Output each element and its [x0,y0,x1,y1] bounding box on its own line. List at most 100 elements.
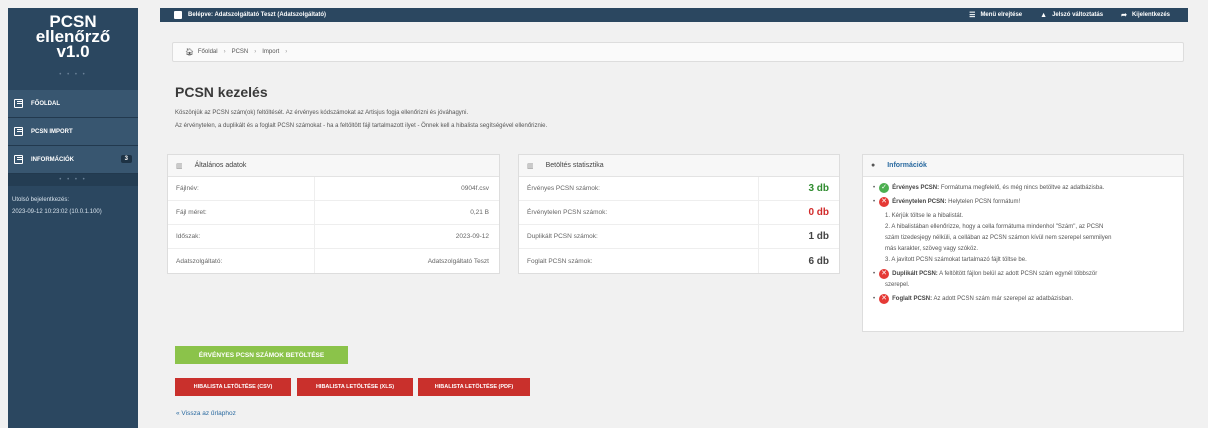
row-label: Érvénytelen PCSN számok: [519,201,759,224]
breadcrumb-home[interactable]: Főoldal [198,49,218,55]
chevron-right-icon: › [285,49,288,55]
download-pdf-button[interactable]: HIBALISTA LETÖLTÉSE (PDF) [418,378,530,396]
row-label: Adatszolgáltató: [168,249,315,273]
info-icon: ● [871,162,876,169]
row-value: Adatszolgáltató Teszt [427,257,489,265]
top-bar: Belépve: Adatszolgáltató Teszt (Adatszol… [160,8,1188,22]
valid-label: Érvényes PCSN: [892,185,940,191]
invalid-step: 3. A javított PCSN számokat tartalmazó f… [885,257,1027,263]
panel-title: Információk [887,162,927,169]
invalid-label: Érvénytelen PCSN: [892,199,947,205]
row-label: Foglalt PCSN számok: [519,249,759,273]
edit-icon [14,155,23,164]
information-body: • ✓ Érvényes PCSN: Formátuma megfelelő, … [863,177,1183,314]
notification-badge: 3 [120,155,132,163]
home-icon: 🏠︎ [185,49,194,56]
last-login-value: 2023-09-12 10:23:02 (10.0.1.100) [12,209,102,215]
sidebar-item-label: INFORMÁCIÓK [31,156,74,163]
menu-icon: ☰ [969,12,976,19]
valid-text: Formátuma megfelelő, és még nincs betölt… [940,185,1105,191]
invalid-count: 0 db [808,207,829,218]
download-csv-button[interactable]: HIBALISTA LETÖLTÉSE (CSV) [175,378,291,396]
table-row: Fájl méret: 0,21 B [168,201,499,225]
menu-toggle-link[interactable]: ☰ Menü elrejtése [969,11,1022,19]
error-circle-icon: ✕ [879,269,890,279]
table-row: Duplikált PCSN számok: 1 db [519,225,839,249]
logout-arrow-icon: ➦ [1121,12,1127,19]
page-title: PCSN kezelés [175,84,268,100]
invalid-step: más karakter, szöveg vagy szóköz. [885,246,979,252]
duplicate-text: A feltöltött fájlon belül az adott PCSN … [939,271,1098,277]
password-change-label: Jelszó változtatás [1052,12,1104,18]
table-row: Érvényes PCSN számok: 3 db [519,177,839,201]
logged-in-user: Belépve: Adatszolgáltató Teszt (Adatszol… [188,12,327,18]
sidebar-item-home[interactable]: FŐOLDAL [8,90,138,118]
sidebar-item-label: PCSN IMPORT [31,128,73,135]
panel-title: Betöltés statisztika [545,162,604,169]
row-label: Duplikált PCSN számok: [519,225,759,248]
last-login-label: Utolsó bejelentkezés: [12,197,70,203]
taken-count: 6 db [808,255,829,267]
last-login: Utolsó bejelentkezés: 2023-09-12 10:23:0… [8,186,138,226]
panel-header: ▥ Általános adatok [168,155,499,177]
back-to-form-link[interactable]: « Vissza az űrlaphoz [176,410,236,417]
invalid-text: Helytelen PCSN formátum! [948,199,1021,205]
menu-toggle-label: Menü elrejtése [980,12,1023,18]
row-value: 2023-09-12 [455,233,489,240]
general-data-panel: ▥ Általános adatok Fájlnév: 0904f.csv Fá… [167,154,500,274]
list-item: • ✕ Duplikált PCSN: A feltöltött fájlon … [873,269,1098,279]
sidebar-divider: • • • • [8,174,138,186]
list-item: • ✕ Foglalt PCSN: Az adott PCSN szám már… [873,294,1074,304]
breadcrumb-import[interactable]: Import [262,49,279,55]
edit-icon [14,127,23,136]
app-logo[interactable]: PCSN ellenőrző v1.0 [8,8,138,70]
sidebar-item-label: FŐOLDAL [31,100,60,107]
load-valid-button[interactable]: ÉRVÉNYES PCSN SZÁMOK BETÖLTÉSE [175,346,348,364]
breadcrumb: 🏠︎ Főoldal › PCSN › Import › [172,42,1184,62]
chevron-right-icon: › [223,49,226,55]
breadcrumb-pcsn[interactable]: PCSN [232,49,249,55]
list-item: • ✕ Érvénytelen PCSN: Helytelen PCSN for… [873,197,1021,207]
invalid-step: 2. A hibalistában ellenőrizze, hogy a ce… [885,224,1104,230]
taken-label: Foglalt PCSN: [892,296,933,302]
panel-header: ▥ Betöltés statisztika [519,155,839,177]
password-change-link[interactable]: ▲ Jelszó változtatás [1040,12,1103,19]
table-row: Fájlnév: 0904f.csv [168,177,499,201]
logout-label: Kijelentkezés [1131,12,1170,18]
row-label: Fájl méret: [168,201,315,224]
page-description: Köszönjük az PCSN szám(ok) feltöltését. … [175,110,469,116]
user-icon: ▲ [1040,11,1048,19]
chevron-right-icon: › [254,49,257,55]
bar-chart-icon: ▥ [527,162,534,170]
logout-link[interactable]: ➦ Kijelentkezés [1121,11,1170,19]
information-panel: ● Információk • ✓ Érvényes PCSN: Formátu… [862,154,1184,332]
table-row: Adatszolgáltató: Adatszolgáltató Teszt [168,249,499,273]
edit-icon [14,99,23,108]
row-label: Időszak: [168,225,315,248]
duplicate-text-cont: szerepel. [885,282,910,288]
error-circle-icon: ✕ [879,197,890,207]
sidebar-nav: FŐOLDAL PCSN IMPORT INFORMÁCIÓK 3 [8,90,138,174]
list-item: • ✓ Érvényes PCSN: Formátuma megfelelő, … [873,183,1105,193]
taken-text: Az adott PCSN szám már szerepel az adatb… [933,296,1074,302]
error-circle-icon: ✕ [879,294,890,304]
panel-header: ● Információk [863,155,1183,177]
invalid-step: 1. Kérjük töltse le a hibalistát. [885,213,964,219]
duplicate-count: 1 db [808,231,829,242]
row-label: Fájlnév: [168,177,315,200]
invalid-step: szám tizedesjegy nélküli, a cellában az … [885,235,1112,241]
sidebar: PCSN ellenőrző v1.0 • • • • FŐOLDAL PCSN… [8,8,138,428]
row-value: 0904f.csv [461,185,489,192]
user-icon [174,11,182,19]
sidebar-item-information[interactable]: INFORMÁCIÓK 3 [8,146,138,174]
duplicate-label: Duplikált PCSN: [892,271,938,277]
row-value: 0,21 B [470,209,489,216]
table-row: Érvénytelen PCSN számok: 0 db [519,201,839,225]
table-row: Időszak: 2023-09-12 [168,225,499,249]
logo-line3: v1.0 [56,42,90,61]
table-row: Foglalt PCSN számok: 6 db [519,249,839,273]
sidebar-item-pcsn-import[interactable]: PCSN IMPORT [8,118,138,146]
panel-title: Általános adatok [194,162,247,169]
valid-count: 3 db [808,183,829,194]
download-xls-button[interactable]: HIBALISTA LETÖLTÉSE (XLS) [297,378,413,396]
